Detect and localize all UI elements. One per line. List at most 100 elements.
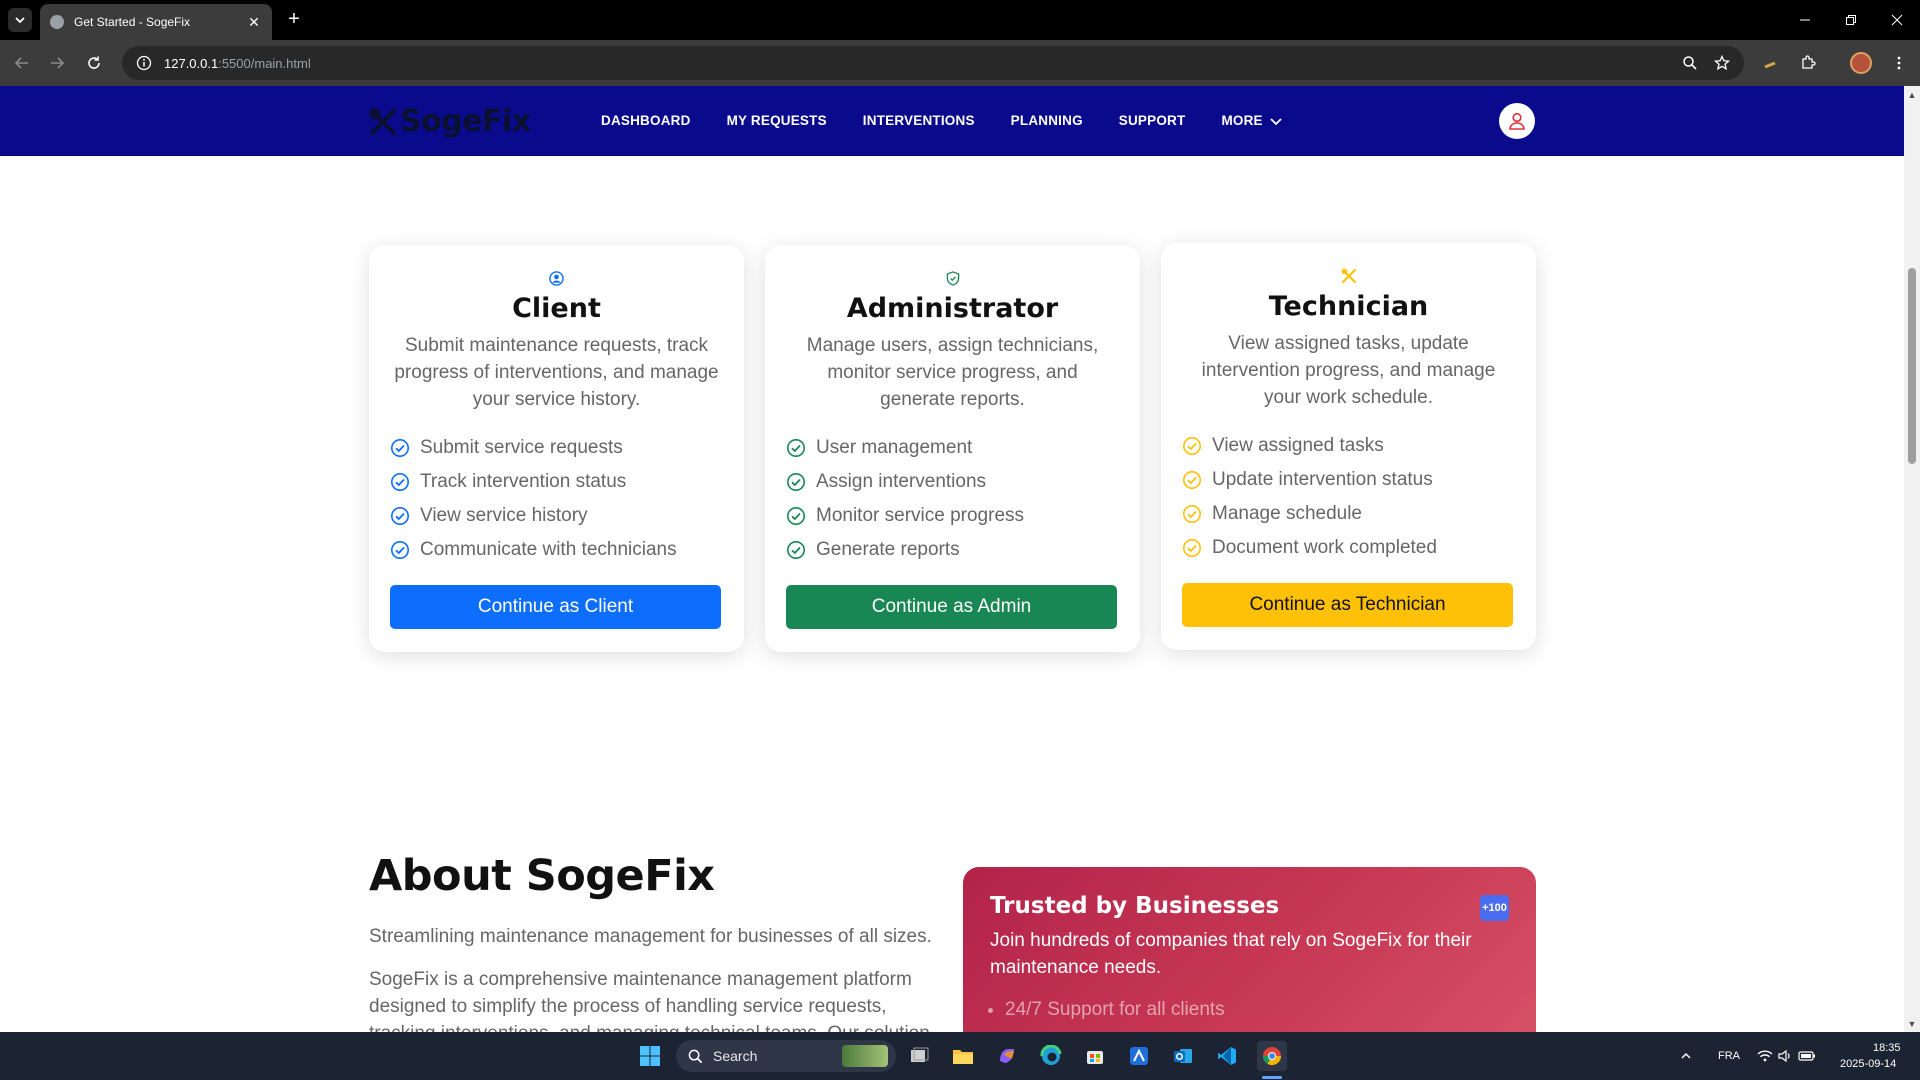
card-description: View assigned tasks, update intervention…	[1201, 333, 1496, 408]
tab-title: Get Started - SogeFix	[74, 15, 191, 29]
feature-label: Generate reports	[816, 539, 960, 560]
check-circle-icon	[787, 507, 805, 525]
back-button[interactable]	[10, 51, 34, 75]
nav-link-more[interactable]: MORE	[1221, 113, 1282, 128]
chrome-button[interactable]	[1257, 1041, 1287, 1071]
start-button[interactable]	[635, 1041, 665, 1071]
new-tab-button[interactable]: +	[282, 8, 306, 32]
nav-link-more-label: MORE	[1221, 113, 1263, 128]
wifi-icon	[1757, 1050, 1773, 1062]
about-lead: Streamlining maintenance management for …	[369, 926, 932, 947]
azure-app-icon	[1130, 1047, 1148, 1065]
active-app-indicator	[1262, 1076, 1282, 1079]
battery-status[interactable]	[1797, 1041, 1817, 1071]
taskbar-search-placeholder: Search	[713, 1048, 758, 1064]
scroll-down-icon[interactable]: ▼	[1906, 1019, 1918, 1029]
feature-item: Track intervention status	[390, 465, 723, 499]
copilot-icon	[1000, 1049, 1014, 1063]
clock-date[interactable]: 2025-09-14	[1840, 1058, 1896, 1070]
forward-button[interactable]	[45, 51, 69, 75]
feature-item: Manage schedule	[1182, 497, 1515, 531]
feature-item: Update intervention status	[1182, 463, 1515, 497]
nav-link-dashboard[interactable]: DASHBOARD	[601, 113, 691, 128]
check-circle-icon	[1183, 539, 1201, 557]
store-button[interactable]	[1080, 1041, 1110, 1071]
clock-time[interactable]: 18:35	[1873, 1042, 1901, 1054]
feature-label: User management	[816, 437, 973, 458]
app-button[interactable]	[1124, 1041, 1154, 1071]
feature-item: User management	[786, 431, 1119, 465]
browser-tab-active[interactable]: Get Started - SogeFix ✕	[40, 4, 272, 40]
edge-button[interactable]	[1036, 1041, 1066, 1071]
brand-logo[interactable]: SogeFix	[368, 104, 531, 139]
continue-technician-button[interactable]: Continue as Technician	[1182, 583, 1513, 627]
check-circle-icon	[787, 541, 805, 559]
check-circle-icon	[787, 473, 805, 491]
zoom-icon	[1683, 56, 1697, 70]
feature-item: View assigned tasks	[1182, 429, 1515, 463]
about-body: SogeFix is a comprehensive maintenance m…	[369, 969, 930, 1032]
check-circle-icon	[391, 439, 409, 457]
feature-label: View service history	[420, 505, 588, 526]
feature-item: Submit service requests	[390, 431, 723, 465]
taskbar-search[interactable]: Search	[676, 1040, 896, 1072]
browser-menu-button[interactable]	[1887, 51, 1911, 75]
extensions-menu-button[interactable]	[1796, 51, 1820, 75]
language-indicator[interactable]: FRA	[1718, 1050, 1740, 1062]
reload-icon	[88, 56, 100, 69]
task-view-button[interactable]	[904, 1041, 934, 1071]
scrollbar-thumb[interactable]	[1908, 268, 1916, 464]
nav-link-planning[interactable]: PLANNING	[1011, 113, 1083, 128]
page-scrollbar[interactable]	[1904, 86, 1920, 1032]
check-circle-icon	[391, 507, 409, 525]
chevron-up-icon	[1681, 1052, 1691, 1059]
user-profile-button[interactable]	[1499, 103, 1535, 139]
tab-close-icon[interactable]: ✕	[246, 14, 262, 31]
zoom-button[interactable]	[1678, 51, 1702, 75]
scroll-up-icon[interactable]: ▲	[1906, 90, 1918, 100]
trusted-list: 24/7 Support for all clients	[990, 999, 1509, 1021]
about-title: About SogeFix	[369, 851, 715, 901]
site-navbar: SogeFix DASHBOARD MY REQUESTS INTERVENTI…	[0, 86, 1904, 156]
globe-icon	[50, 15, 64, 29]
vscode-icon	[1218, 1047, 1236, 1065]
brand-name: SogeFix	[400, 104, 531, 139]
feature-label: Document work completed	[1212, 537, 1437, 558]
check-circle-icon	[1183, 437, 1201, 455]
site-info-icon[interactable]	[136, 55, 152, 71]
restore-button[interactable]	[1839, 8, 1863, 32]
profile-avatar[interactable]	[1850, 52, 1872, 74]
feature-list: Submit service requests Track interventi…	[390, 431, 723, 567]
continue-client-button[interactable]: Continue as Client	[390, 585, 721, 629]
tab-search-button[interactable]	[8, 8, 32, 32]
role-cards: Client Submit maintenance requests, trac…	[369, 243, 1557, 652]
feature-label: Track intervention status	[420, 471, 627, 492]
feature-list: User management Assign interventions Mon…	[786, 431, 1119, 567]
arrow-right-icon	[51, 57, 65, 69]
nav-link-support[interactable]: SUPPORT	[1119, 113, 1186, 128]
feature-item: Assign interventions	[786, 465, 1119, 499]
vscode-button[interactable]	[1212, 1041, 1242, 1071]
close-window-button[interactable]	[1885, 8, 1909, 32]
reload-button[interactable]	[82, 51, 106, 75]
wifi-status[interactable]	[1755, 1041, 1775, 1071]
bookmark-button[interactable]	[1710, 51, 1734, 75]
tools-icon	[369, 108, 396, 135]
page-viewport: SogeFix DASHBOARD MY REQUESTS INTERVENTI…	[0, 86, 1904, 1032]
address-bar[interactable]: 127.0.0.1:5500/main.html	[122, 46, 1744, 80]
browser-tab-strip: Get Started - SogeFix ✕ +	[0, 0, 1920, 40]
extension-button[interactable]	[1759, 51, 1783, 75]
outlook-button[interactable]	[1168, 1041, 1198, 1071]
windows-taskbar: Search FRA 18:35 2025-09-14	[0, 1032, 1920, 1080]
show-hidden-icons-button[interactable]	[1676, 1041, 1696, 1071]
file-explorer-button[interactable]	[948, 1041, 978, 1071]
nav-link-my-requests[interactable]: MY REQUESTS	[727, 113, 827, 128]
copilot-button[interactable]	[992, 1041, 1022, 1071]
volume-status[interactable]	[1775, 1041, 1795, 1071]
nav-link-interventions[interactable]: INTERVENTIONS	[863, 113, 975, 128]
arrow-left-icon	[14, 57, 28, 69]
check-circle-icon	[391, 541, 409, 559]
minimize-button[interactable]	[1793, 8, 1817, 32]
continue-admin-button[interactable]: Continue as Admin	[786, 585, 1117, 629]
feature-label: Monitor service progress	[816, 505, 1025, 526]
